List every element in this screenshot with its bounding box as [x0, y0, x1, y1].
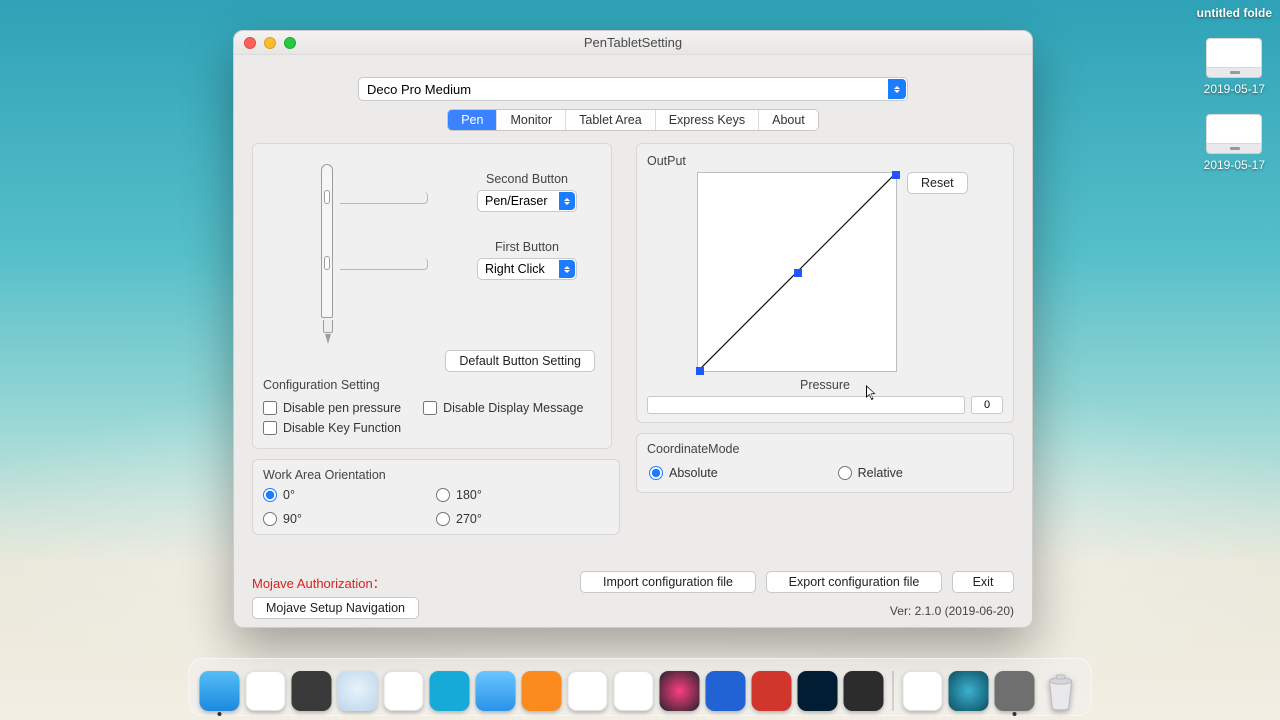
cursor-icon — [866, 385, 878, 401]
dock-app-notes[interactable] — [246, 671, 286, 711]
coordinate-mode-title: CoordinateMode — [647, 442, 1003, 456]
pen-diagram-icon — [317, 158, 337, 344]
dock-app-finder[interactable] — [200, 671, 240, 711]
radio-orientation-180[interactable]: 180° — [436, 488, 609, 502]
second-button-label: Second Button — [437, 172, 617, 186]
exit-button[interactable]: Exit — [952, 571, 1014, 593]
window-title: PenTabletSetting — [234, 31, 1032, 55]
reset-button[interactable]: Reset — [907, 172, 968, 194]
pressure-label: Pressure — [647, 378, 1003, 392]
drive-icon-1[interactable]: 2019-05-17 — [1197, 38, 1272, 96]
device-dropdown[interactable]: Deco Pro Medium — [358, 77, 908, 101]
tab-monitor[interactable]: Monitor — [497, 110, 566, 130]
tab-tablet-area[interactable]: Tablet Area — [566, 110, 656, 130]
mojave-setup-button[interactable]: Mojave Setup Navigation — [252, 597, 419, 619]
dock-app-generic-red[interactable] — [752, 671, 792, 711]
first-button-value: Right Click — [485, 262, 545, 276]
dock-app-keynote[interactable] — [430, 671, 470, 711]
first-button-label: First Button — [437, 240, 617, 254]
dock-separator — [893, 671, 894, 711]
mojave-authorization-label: Mojave Authorization： — [252, 573, 386, 592]
drive-label: 2019-05-17 — [1197, 82, 1272, 96]
dock-app-quicktime[interactable] — [949, 671, 989, 711]
pen-config-panel: Second Button Pen/Eraser First Button Ri… — [252, 143, 612, 449]
curve-handle-end[interactable] — [892, 171, 900, 179]
orientation-panel: Work Area Orientation 0° 180° 90° 270° — [252, 459, 620, 535]
drive-icon-2[interactable]: 2019-05-17 — [1197, 114, 1272, 172]
radio-orientation-0[interactable]: 0° — [263, 488, 436, 502]
output-panel: OutPut Reset Pressure — [636, 143, 1014, 423]
radio-label: 90° — [283, 512, 302, 526]
checkbox-label: Disable pen pressure — [283, 401, 401, 415]
orientation-title: Work Area Orientation — [263, 468, 609, 482]
tab-pen[interactable]: Pen — [448, 110, 497, 130]
dock-app-safari[interactable] — [338, 671, 378, 711]
dock-app-generic-white[interactable] — [568, 671, 608, 711]
version-label: Ver: 2.1.0 (2019-06-20) — [890, 604, 1014, 618]
drive-label: 2019-05-17 — [1197, 158, 1272, 172]
dock-app-photoshop[interactable] — [798, 671, 838, 711]
checkbox-disable-display-message[interactable]: Disable Display Message — [423, 401, 583, 415]
dock-app-generic-dark[interactable] — [844, 671, 884, 711]
coordinate-mode-panel: CoordinateMode Absolute Relative — [636, 433, 1014, 493]
dock-app-mail[interactable] — [476, 671, 516, 711]
radio-absolute[interactable]: Absolute — [649, 466, 718, 480]
dock-app-appstore[interactable] — [706, 671, 746, 711]
device-dropdown-value: Deco Pro Medium — [367, 82, 471, 97]
pressure-bar — [647, 396, 965, 414]
checkbox-disable-key-function[interactable]: Disable Key Function — [263, 421, 603, 435]
curve-handle-start[interactable] — [696, 367, 704, 375]
pressure-value: 0 — [971, 396, 1003, 414]
radio-label: 180° — [456, 488, 482, 502]
radio-orientation-270[interactable]: 270° — [436, 512, 609, 526]
tab-bar: Pen Monitor Tablet Area Express Keys Abo… — [252, 109, 1014, 131]
checkbox-disable-pen-pressure[interactable]: Disable pen pressure — [263, 401, 401, 415]
dock-app-numbers[interactable] — [614, 671, 654, 711]
default-button-setting[interactable]: Default Button Setting — [445, 350, 595, 372]
chevron-updown-icon — [559, 192, 575, 210]
second-button-select[interactable]: Pen/Eraser — [477, 190, 577, 212]
dock — [189, 658, 1092, 716]
radio-label: 0° — [283, 488, 295, 502]
radio-relative[interactable]: Relative — [838, 466, 903, 480]
checkbox-label: Disable Display Message — [443, 401, 583, 415]
chevron-updown-icon — [888, 79, 906, 99]
dock-app-maps[interactable] — [903, 671, 943, 711]
dock-app-pentablet[interactable] — [995, 671, 1035, 711]
radio-label: Absolute — [669, 466, 718, 480]
titlebar[interactable]: PenTabletSetting — [234, 31, 1032, 55]
desktop-folder-label: untitled folde — [1197, 6, 1272, 20]
settings-window: PenTabletSetting Deco Pro Medium Pen Mon… — [233, 30, 1033, 628]
import-config-button[interactable]: Import configuration file — [580, 571, 756, 593]
second-button-value: Pen/Eraser — [485, 194, 548, 208]
dock-app-launchpad[interactable] — [292, 671, 332, 711]
first-button-select[interactable]: Right Click — [477, 258, 577, 280]
tab-about[interactable]: About — [759, 110, 818, 130]
checkbox-label: Disable Key Function — [283, 421, 401, 435]
radio-orientation-90[interactable]: 90° — [263, 512, 436, 526]
chevron-updown-icon — [559, 260, 575, 278]
tab-express-keys[interactable]: Express Keys — [656, 110, 759, 130]
radio-label: Relative — [858, 466, 903, 480]
curve-handle-mid[interactable] — [794, 269, 802, 277]
dock-trash-icon[interactable] — [1041, 671, 1081, 711]
dock-app-photos[interactable] — [660, 671, 700, 711]
dock-app-generic-orange[interactable] — [522, 671, 562, 711]
output-label: OutPut — [647, 154, 1003, 168]
dock-app-calendar[interactable] — [384, 671, 424, 711]
pressure-curve-graph[interactable] — [697, 172, 897, 372]
radio-label: 270° — [456, 512, 482, 526]
export-config-button[interactable]: Export configuration file — [766, 571, 942, 593]
config-setting-title: Configuration Setting — [263, 378, 603, 392]
